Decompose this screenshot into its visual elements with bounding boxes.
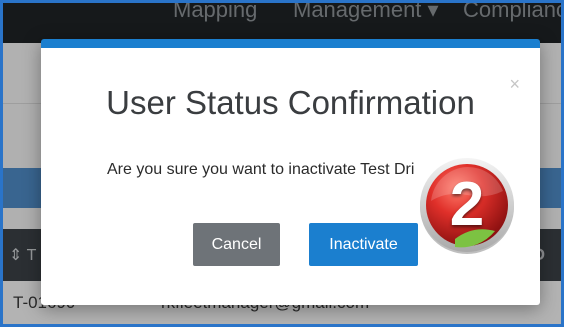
dialog-message: Are you sure you want to inactivate Test…: [107, 161, 415, 178]
step-badge: 2: [417, 155, 517, 255]
step-number: 2: [449, 170, 485, 239]
inactivate-button[interactable]: Inactivate: [309, 223, 418, 266]
close-icon[interactable]: ×: [509, 74, 520, 95]
screenshot-frame: Mapping Management ▾ Compliance ⇕ T ID T…: [0, 0, 564, 327]
dialog-title: User Status Confirmation: [106, 84, 475, 121]
cancel-button[interactable]: Cancel: [193, 223, 280, 266]
